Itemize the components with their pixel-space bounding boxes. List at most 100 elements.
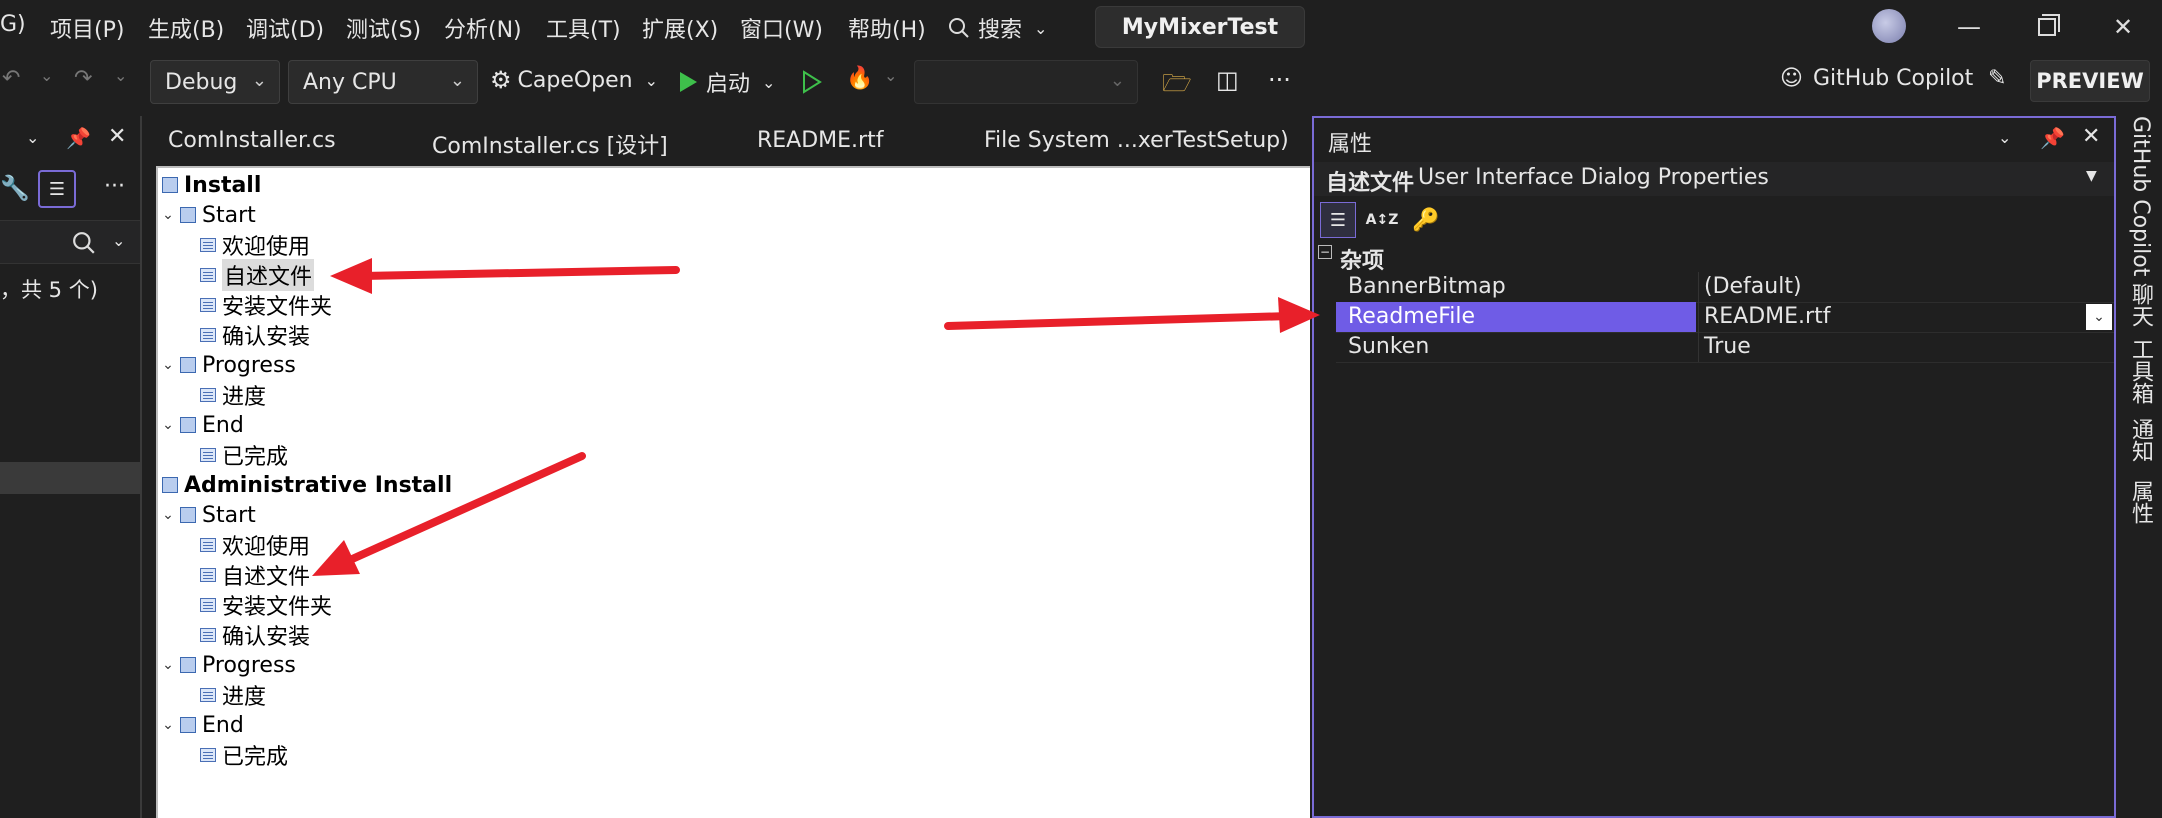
- tab-cominstaller-design[interactable]: ComInstaller.cs [设计]: [432, 128, 668, 160]
- left-tool-panel: ⌄ 📌 ✕ 🔧 ☰ ··· ⌄ ，共 5 个): [0, 116, 142, 818]
- tree-label: Start: [202, 502, 256, 528]
- properties-header: 属性 ⌄ 📌 ✕: [1314, 118, 2114, 162]
- dialog-group-icon: [180, 657, 196, 673]
- minimize-icon[interactable]: —: [1944, 10, 1994, 44]
- restore-icon[interactable]: [2022, 10, 2072, 44]
- tree-node-progress[interactable]: ⌄ Progress: [160, 650, 296, 680]
- chevron-down-icon[interactable]: ⌄: [1998, 128, 2011, 147]
- tab-readme-rtf[interactable]: README.rtf: [757, 128, 883, 153]
- menu-item-project[interactable]: 项目(P): [50, 12, 124, 44]
- startup-project-select[interactable]: ⚙ CapeOpen ⌄: [490, 66, 658, 94]
- redo-icon[interactable]: ↷: [74, 66, 92, 91]
- tree-node-install[interactable]: Install: [162, 170, 261, 200]
- tree-node-progress[interactable]: ⌄ Progress: [160, 350, 296, 380]
- property-pages-icon[interactable]: 🔑: [1408, 202, 1444, 238]
- chevron-down-icon[interactable]: ⌄: [884, 66, 897, 85]
- property-row-sunken[interactable]: Sunken True: [1336, 332, 2114, 363]
- tree-item-progress[interactable]: 进度: [200, 680, 266, 710]
- search-button[interactable]: 搜索 ⌄: [948, 12, 1047, 44]
- start-button[interactable]: 启动 ⌄: [678, 66, 775, 98]
- tab-file-system[interactable]: File System ...xerTestSetup): [984, 128, 1289, 153]
- tree-item-confirm[interactable]: 确认安装: [200, 620, 310, 650]
- selected-row[interactable]: [0, 462, 140, 494]
- menu-item-help[interactable]: 帮助(H): [848, 12, 926, 44]
- avatar[interactable]: [1872, 9, 1906, 43]
- preview-badge[interactable]: PREVIEW: [2030, 60, 2150, 102]
- tree-item-readme[interactable]: 自述文件: [200, 259, 315, 291]
- alphabetical-icon[interactable]: A↕Z: [1364, 202, 1400, 238]
- menu-item-tools[interactable]: 工具(T): [546, 12, 621, 44]
- chevron-down-icon: ⌄: [644, 70, 659, 90]
- chevron-down-icon[interactable]: ⌄: [114, 66, 127, 85]
- tree-item-install-folder[interactable]: 安装文件夹: [200, 290, 332, 320]
- tab-copilot-chat[interactable]: GitHub Copilot 聊天: [2124, 116, 2156, 327]
- tree-item-welcome[interactable]: 欢迎使用: [200, 230, 310, 260]
- tab-cominstaller-cs[interactable]: ComInstaller.cs: [168, 128, 336, 153]
- tab-properties[interactable]: 属性: [2124, 480, 2156, 524]
- feedback-icon[interactable]: ✎: [1988, 66, 2006, 91]
- chevron-down-icon[interactable]: ⌄: [2086, 304, 2112, 330]
- property-row-bannerbitmap[interactable]: BannerBitmap (Default): [1336, 272, 2114, 303]
- menu-item-g[interactable]: G): [0, 12, 26, 37]
- close-icon[interactable]: ✕: [108, 124, 126, 149]
- dialog-icon: [200, 238, 216, 252]
- category-row[interactable]: − 杂项: [1314, 242, 2114, 274]
- object-selector[interactable]: 自述文件 User Interface Dialog Properties ▼: [1314, 162, 2114, 196]
- chevron-down-icon[interactable]: ⌄: [26, 128, 39, 147]
- window-layout-icon[interactable]: ◫: [1216, 66, 1239, 94]
- tree-node-end[interactable]: ⌄ End: [160, 410, 244, 440]
- chevron-down-icon: ⌄: [162, 717, 174, 733]
- tree-node-admin-install[interactable]: Administrative Install: [162, 470, 452, 500]
- menu-item-build[interactable]: 生成(B): [148, 12, 224, 44]
- chevron-down-icon: ⌄: [162, 207, 174, 223]
- tree-item-progress[interactable]: 进度: [200, 380, 266, 410]
- config-select[interactable]: Debug ⌄: [150, 60, 280, 104]
- start-without-debug-icon[interactable]: [802, 70, 822, 94]
- tree-node-end[interactable]: ⌄ End: [160, 710, 244, 740]
- chevron-down-icon[interactable]: ⌄: [40, 66, 53, 85]
- menu-item-analyze[interactable]: 分析(N): [444, 12, 522, 44]
- menu-item-debug[interactable]: 调试(D): [246, 12, 324, 44]
- menu-item-test[interactable]: 测试(S): [346, 12, 421, 44]
- tree-label: 自述文件: [222, 259, 315, 291]
- left-search-box[interactable]: ⌄: [0, 220, 140, 264]
- close-icon[interactable]: ✕: [2098, 10, 2148, 44]
- undo-icon[interactable]: ↶: [2, 66, 20, 91]
- menu-item-window[interactable]: 窗口(W): [740, 12, 823, 44]
- tree-item-confirm[interactable]: 确认安装: [200, 320, 310, 350]
- categorized-icon[interactable]: ☰: [1320, 202, 1356, 238]
- copilot-button[interactable]: ☺ GitHub Copilot: [1780, 66, 1973, 91]
- property-value[interactable]: README.rtf: [1704, 304, 1830, 329]
- hot-reload-icon[interactable]: 🔥: [846, 66, 873, 91]
- tab-toolbox[interactable]: 工具箱: [2124, 338, 2156, 404]
- more-icon[interactable]: ···: [104, 174, 125, 199]
- platform-select[interactable]: Any CPU ⌄: [288, 60, 478, 104]
- debug-target-select[interactable]: ⌄: [914, 60, 1138, 104]
- pin-icon[interactable]: 📌: [2040, 126, 2065, 150]
- pin-icon[interactable]: 📌: [66, 126, 91, 150]
- tree-item-finished[interactable]: 已完成: [200, 440, 288, 470]
- install-icon: [162, 477, 178, 493]
- dialog-icon: [200, 328, 216, 342]
- property-row-readmefile[interactable]: ReadmeFile README.rtf ⌄: [1336, 302, 2114, 333]
- menu-item-extensions[interactable]: 扩展(X): [642, 12, 718, 44]
- tree-node-start[interactable]: ⌄ Start: [160, 500, 256, 530]
- tree-label: Install: [184, 172, 262, 198]
- tree-label: 确认安装: [222, 625, 311, 650]
- tree-item-readme[interactable]: 自述文件: [200, 560, 310, 590]
- tree-label: 安装文件夹: [222, 595, 333, 620]
- wrench-icon[interactable]: 🔧: [0, 174, 30, 202]
- close-icon[interactable]: ✕: [2082, 124, 2100, 149]
- more-icon[interactable]: ···: [1268, 66, 1291, 94]
- collapse-icon[interactable]: −: [1318, 245, 1332, 259]
- dialog-group-icon: [180, 417, 196, 433]
- filter-icon[interactable]: ☰: [38, 170, 76, 208]
- tree-item-finished[interactable]: 已完成: [200, 740, 288, 770]
- tab-notifications[interactable]: 通知: [2124, 418, 2156, 462]
- tree-node-start[interactable]: ⌄ Start: [160, 200, 256, 230]
- tree-item-welcome[interactable]: 欢迎使用: [200, 530, 310, 560]
- tree-label: 已完成: [222, 445, 289, 470]
- folder-icon[interactable]: 🗁: [1162, 66, 1192, 107]
- tree-item-install-folder[interactable]: 安装文件夹: [200, 590, 332, 620]
- dialog-group-icon: [180, 207, 196, 223]
